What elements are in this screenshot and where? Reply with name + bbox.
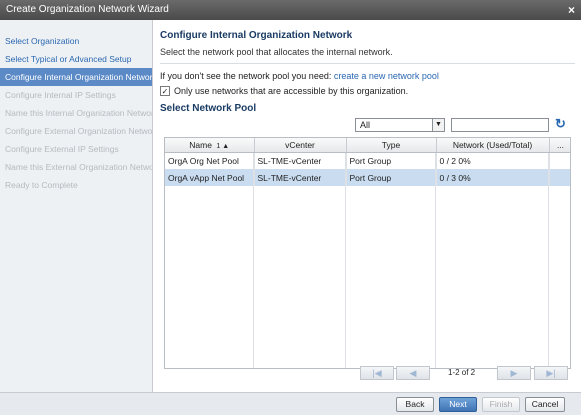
step-select-organization[interactable]: Select Organization (0, 32, 152, 50)
step-external-ip-settings: Configure External IP Settings (5, 144, 119, 154)
cell-type: Port Group (346, 152, 437, 169)
close-icon[interactable]: × (568, 0, 575, 20)
column-divider (548, 153, 549, 368)
column-name-label: Name (189, 139, 212, 150)
column-header-vcenter[interactable]: vCenter (254, 138, 347, 153)
column-header-type[interactable]: Type (346, 138, 437, 153)
filter-selected: All (360, 120, 371, 130)
main-panel: Configure Internal Organization Network … (160, 24, 575, 392)
filter-toolbar: All ▼ ↻ (355, 117, 575, 132)
step-configure-internal-network[interactable]: Configure Internal Organization Network (0, 68, 152, 86)
create-network-pool-link[interactable]: create a new network pool (334, 71, 439, 81)
cell-type: Port Group (346, 169, 437, 186)
cancel-button[interactable]: Cancel (525, 397, 565, 412)
accessible-networks-label: Only use networks that are accessible by… (174, 86, 409, 96)
column-divider (435, 153, 436, 368)
section-title: Select Network Pool (160, 103, 257, 114)
pagination: |◀ ◀ 1-2 of 2 ▶ ▶| (360, 366, 570, 380)
column-divider (345, 153, 346, 368)
finish-button: Finish (482, 397, 520, 412)
sort-ascending-icon: ▲ (222, 142, 230, 150)
need-pool-row: If you don't see the network pool you ne… (160, 71, 575, 81)
divider (160, 63, 575, 64)
step-name-external-network: Name this External Organization Network (5, 162, 152, 172)
window-titlebar: Create Organization Network Wizard × (0, 0, 581, 20)
table-row[interactable]: OrgA vApp Net Pool SL-TME-vCenter Port G… (165, 169, 570, 186)
wizard-footer: Back Next Finish Cancel (0, 392, 581, 415)
next-button[interactable]: Next (439, 397, 477, 412)
back-button[interactable]: Back (396, 397, 434, 412)
step-internal-ip-settings: Configure Internal IP Settings (5, 90, 116, 100)
column-chooser-button[interactable]: ... (549, 138, 570, 153)
network-pool-grid: Name 1 ▲ vCenter Type Network (Used/Total… (164, 137, 571, 369)
cell-vcenter: SL-TME-vCenter (254, 152, 347, 169)
step-configure-external-network: Configure External Organization Network (5, 126, 152, 136)
step-name-internal-network: Name this Internal Organization Network (5, 108, 152, 118)
accessible-networks-checkbox[interactable]: ✓ (160, 86, 170, 96)
column-header-name[interactable]: Name 1 ▲ (165, 138, 255, 153)
cell-network: 0 / 2 0% (436, 152, 550, 169)
accessible-networks-row[interactable]: ✓ Only use networks that are accessible … (160, 86, 575, 96)
page-range: 1-2 of 2 (448, 368, 476, 377)
chevron-down-icon[interactable]: ▼ (432, 119, 444, 131)
page-description: Select the network pool that allocates t… (160, 47, 393, 57)
window-title: Create Organization Network Wizard (6, 4, 169, 15)
next-page-icon[interactable]: ▶ (497, 366, 531, 380)
first-page-icon[interactable]: |◀ (360, 366, 394, 380)
cell-extra (549, 152, 570, 169)
filter-dropdown[interactable]: All ▼ (355, 118, 445, 132)
step-ready-to-complete: Ready to Complete (5, 180, 78, 190)
wizard-steps-sidebar: Select Organization Select Typical or Ad… (0, 20, 153, 392)
search-input[interactable] (451, 118, 549, 132)
column-header-network[interactable]: Network (Used/Total) (436, 138, 550, 153)
sort-index: 1 (216, 142, 221, 150)
step-select-setup[interactable]: Select Typical or Advanced Setup (0, 50, 152, 68)
page-title: Configure Internal Organization Network (160, 30, 353, 41)
last-page-icon[interactable]: ▶| (534, 366, 568, 380)
column-divider (253, 153, 254, 368)
cell-name: OrgA vApp Net Pool (165, 169, 255, 186)
cell-extra (549, 169, 570, 186)
cell-network: 0 / 3 0% (436, 169, 550, 186)
need-pool-text: If you don't see the network pool you ne… (160, 71, 334, 81)
previous-page-icon[interactable]: ◀ (396, 366, 430, 380)
cell-vcenter: SL-TME-vCenter (254, 169, 347, 186)
table-row[interactable]: OrgA Org Net Pool SL-TME-vCenter Port Gr… (165, 152, 570, 169)
refresh-icon[interactable]: ↻ (555, 117, 569, 131)
cell-name: OrgA Org Net Pool (165, 152, 255, 169)
